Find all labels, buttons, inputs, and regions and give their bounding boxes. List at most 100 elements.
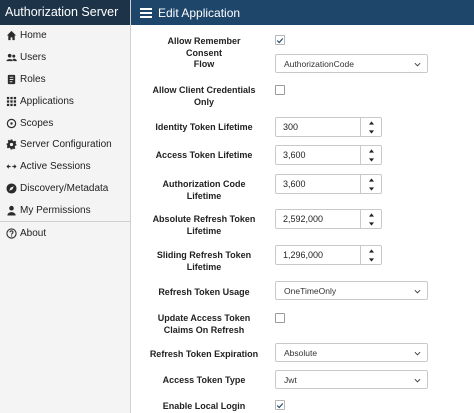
sidebar-item-about[interactable]: About: [0, 222, 130, 244]
identity-token-lifetime-value[interactable]: 300: [275, 117, 360, 137]
triangle-down-icon: [368, 221, 374, 226]
allow-client-credentials-only-checkbox[interactable]: [275, 85, 285, 95]
scopes-icon: [5, 117, 17, 129]
decrement-button[interactable]: [361, 219, 381, 228]
triangle-down-icon: [368, 186, 374, 191]
form-row-allow-client-credentials-only: Allow Client Credentials Only: [131, 81, 474, 111]
increment-button[interactable]: [361, 146, 381, 155]
triangle-up-icon: [368, 248, 374, 253]
enable-local-login-checkbox[interactable]: [275, 400, 285, 410]
refresh-token-expiration-value: Absolute: [284, 347, 318, 358]
form-row-identity-token-lifetime: Identity Token Lifetime 300: [131, 116, 474, 138]
increment-button[interactable]: [361, 118, 381, 127]
sliding-refresh-token-lifetime-label: Sliding Refresh Token Lifetime: [156, 250, 252, 272]
chevron-down-icon: [414, 351, 421, 356]
applications-icon: [5, 95, 17, 107]
decrement-button[interactable]: [361, 255, 381, 264]
chevron-down-icon: [414, 289, 421, 294]
roles-icon: [5, 73, 17, 85]
decrement-button[interactable]: [361, 127, 381, 136]
access-token-type-value: Jwt: [284, 374, 297, 385]
hamburger-icon[interactable]: [140, 7, 152, 18]
sidebar-item-label: My Permissions: [20, 204, 91, 216]
form-row-access-token-type: Access Token Type Jwt: [131, 369, 474, 391]
decrement-button[interactable]: [361, 184, 381, 193]
sidebar-item-label: Discovery/Metadata: [20, 182, 109, 194]
sidebar-item-label: About: [20, 227, 47, 239]
refresh-token-expiration-label: Refresh Token Expiration: [149, 349, 259, 359]
form-row-enable-local-login: Enable Local Login: [131, 398, 474, 413]
sliding-refresh-token-lifetime-value[interactable]: 1,296,000: [275, 245, 360, 265]
sidebar-item-label: Users: [20, 52, 47, 64]
update-access-token-claims-label: Update Access Token Claims On Refresh: [157, 313, 251, 335]
triangle-down-icon: [368, 129, 374, 134]
sidebar-item-roles[interactable]: Roles: [0, 69, 130, 91]
refresh-token-usage-value: OneTimeOnly: [284, 285, 337, 296]
sidebar-item-label: Active Sessions: [20, 161, 91, 173]
triangle-down-icon: [368, 157, 374, 162]
form-row-update-access-token-claims: Update Access Token Claims On Refresh: [131, 309, 474, 339]
sidebar-item-label: Applications: [20, 95, 74, 107]
access-token-lifetime-label: Access Token Lifetime: [155, 150, 253, 160]
app-brand: Authorization Server: [0, 0, 130, 25]
access-token-lifetime-value[interactable]: 3,600: [275, 145, 360, 165]
identity-token-lifetime-label: Identity Token Lifetime: [155, 122, 253, 132]
authorization-code-lifetime-input[interactable]: 3,600: [275, 174, 382, 194]
sidebar-item-my-permissions[interactable]: My Permissions: [0, 199, 130, 221]
check-icon: [276, 402, 284, 408]
increment-button[interactable]: [361, 210, 381, 219]
refresh-token-usage-label: Refresh Token Usage: [158, 287, 250, 297]
sidebar-item-label: Home: [20, 30, 47, 42]
chevron-down-icon: [414, 62, 421, 67]
allow-remember-consent-checkbox[interactable]: [275, 35, 285, 45]
flow-label: Flow: [193, 59, 215, 69]
form-row-access-token-lifetime: Access Token Lifetime 3,600: [131, 144, 474, 166]
sidebar-item-applications[interactable]: Applications: [0, 90, 130, 112]
decrement-button[interactable]: [361, 155, 381, 164]
users-icon: [5, 52, 17, 64]
allow-client-credentials-only-label: Allow Client Credentials Only: [152, 85, 256, 107]
absolute-refresh-token-lifetime-value[interactable]: 2,592,000: [275, 209, 360, 229]
absolute-refresh-token-lifetime-input[interactable]: 2,592,000: [275, 209, 382, 229]
form-row-allow-remember-consent: Allow Remember Consent: [131, 33, 474, 58]
identity-token-lifetime-input[interactable]: 300: [275, 117, 382, 137]
compass-icon: [5, 182, 17, 194]
sidebar-item-scopes[interactable]: Scopes: [0, 112, 130, 134]
top-bar: Edit Application: [131, 0, 474, 25]
triangle-up-icon: [368, 120, 374, 125]
absolute-refresh-token-lifetime-label: Absolute Refresh Token Lifetime: [152, 214, 256, 236]
form-row-absolute-refresh-token-lifetime: Absolute Refresh Token Lifetime 2,592,00…: [131, 208, 474, 238]
sidebar-item-server-configuration[interactable]: Server Configuration: [0, 134, 130, 156]
page-title: Edit Application: [158, 5, 241, 20]
sliding-refresh-token-lifetime-input[interactable]: 1,296,000: [275, 245, 382, 265]
access-token-lifetime-input[interactable]: 3,600: [275, 145, 382, 165]
refresh-token-expiration-select[interactable]: Absolute: [275, 343, 428, 362]
triangle-up-icon: [368, 212, 374, 217]
refresh-token-usage-select[interactable]: OneTimeOnly: [275, 281, 428, 300]
check-icon: [276, 37, 284, 43]
sidebar: Authorization Server Home Users Roles Ap…: [0, 0, 131, 413]
update-access-token-claims-checkbox[interactable]: [275, 313, 285, 323]
authorization-code-lifetime-value[interactable]: 3,600: [275, 174, 360, 194]
triangle-up-icon: [368, 177, 374, 182]
gear-icon: [5, 139, 17, 151]
form-row-refresh-token-usage: Refresh Token Usage OneTimeOnly: [131, 280, 474, 302]
sidebar-item-home[interactable]: Home: [0, 25, 130, 47]
increment-button[interactable]: [361, 246, 381, 255]
form-row-sliding-refresh-token-lifetime: Sliding Refresh Token Lifetime 1,296,000: [131, 244, 474, 274]
access-token-type-select[interactable]: Jwt: [275, 370, 428, 389]
sidebar-item-label: Roles: [20, 73, 46, 85]
triangle-up-icon: [368, 148, 374, 153]
sidebar-item-label: Scopes: [20, 117, 54, 129]
help-icon: [5, 227, 17, 239]
form-row-flow: Flow AuthorizationCode: [131, 53, 474, 75]
home-icon: [5, 30, 17, 42]
person-icon: [5, 204, 17, 216]
chevron-down-icon: [414, 378, 421, 383]
sidebar-item-active-sessions[interactable]: Active Sessions: [0, 156, 130, 178]
triangle-down-icon: [368, 257, 374, 262]
sidebar-item-users[interactable]: Users: [0, 47, 130, 69]
sidebar-item-discovery-metadata[interactable]: Discovery/Metadata: [0, 178, 130, 200]
flow-select[interactable]: AuthorizationCode: [275, 54, 428, 73]
increment-button[interactable]: [361, 175, 381, 184]
